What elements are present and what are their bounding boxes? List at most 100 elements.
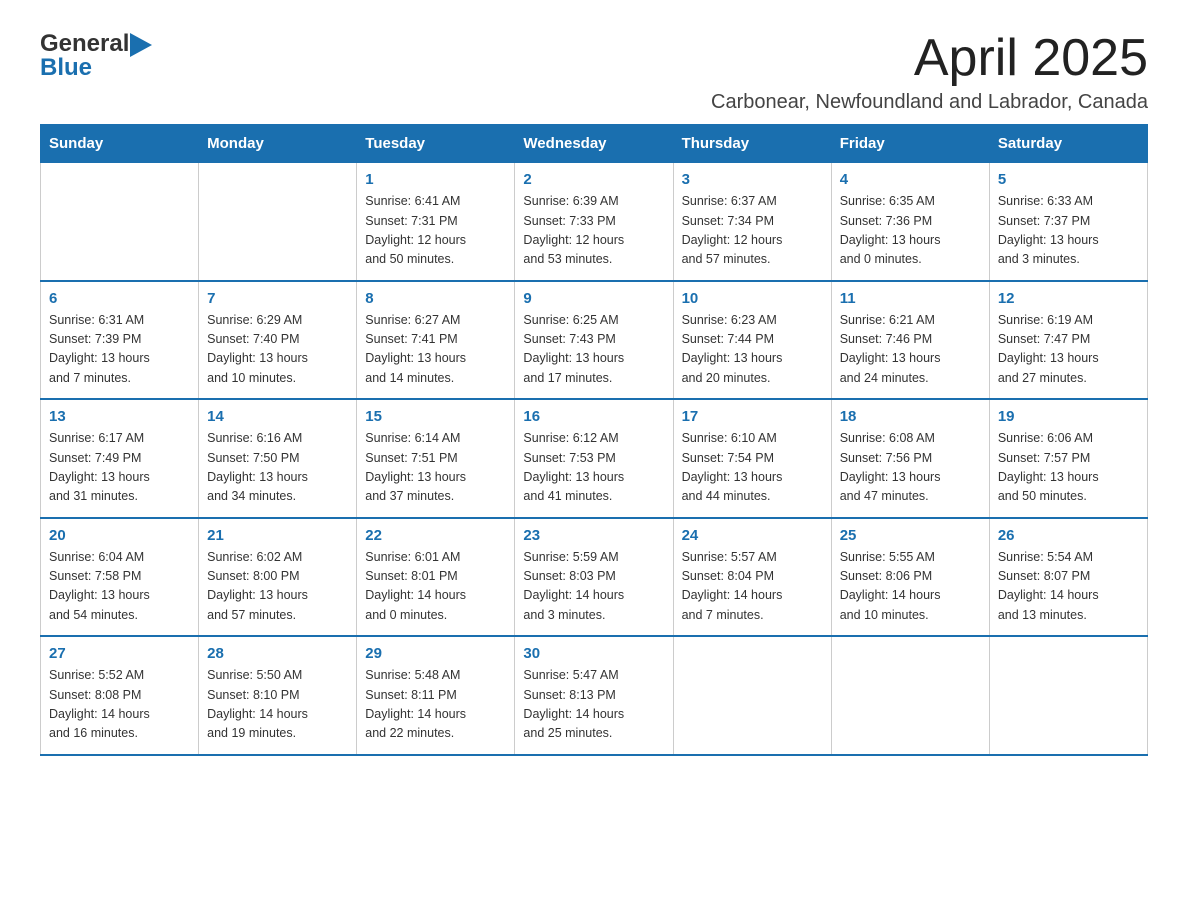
calendar: Sunday Monday Tuesday Wednesday Thursday…: [40, 124, 1148, 756]
table-row: 14 Sunrise: 6:16 AM Sunset: 7:50 PM Dayli…: [199, 399, 357, 518]
day-detail: Sunrise: 5:54 AM Sunset: 8:07 PM Dayligh…: [998, 548, 1139, 626]
table-row: [41, 163, 199, 281]
table-row: 24 Sunrise: 5:57 AM Sunset: 8:04 PM Dayli…: [673, 518, 831, 637]
day-number: 3: [682, 171, 823, 188]
table-row: 15 Sunrise: 6:14 AM Sunset: 7:51 PM Dayli…: [357, 399, 515, 518]
location-title: Carbonear, Newfoundland and Labrador, Ca…: [711, 91, 1148, 114]
table-row: 13 Sunrise: 6:17 AM Sunset: 7:49 PM Dayli…: [41, 399, 199, 518]
day-number: 14: [207, 408, 348, 425]
calendar-header-row: Sunday Monday Tuesday Wednesday Thursday…: [41, 125, 1148, 163]
col-thursday: Thursday: [673, 125, 831, 163]
day-number: 1: [365, 171, 506, 188]
table-row: 22 Sunrise: 6:01 AM Sunset: 8:01 PM Dayli…: [357, 518, 515, 637]
day-number: 22: [365, 527, 506, 544]
table-row: 23 Sunrise: 5:59 AM Sunset: 8:03 PM Dayli…: [515, 518, 673, 637]
day-number: 7: [207, 290, 348, 307]
title-area: April 2025 Carbonear, Newfoundland and L…: [711, 30, 1148, 114]
table-row: [831, 636, 989, 755]
table-row: 25 Sunrise: 5:55 AM Sunset: 8:06 PM Dayli…: [831, 518, 989, 637]
day-detail: Sunrise: 6:29 AM Sunset: 7:40 PM Dayligh…: [207, 311, 348, 389]
col-tuesday: Tuesday: [357, 125, 515, 163]
table-row: 27 Sunrise: 5:52 AM Sunset: 8:08 PM Dayli…: [41, 636, 199, 755]
table-row: 19 Sunrise: 6:06 AM Sunset: 7:57 PM Dayli…: [989, 399, 1147, 518]
calendar-week-row: 6 Sunrise: 6:31 AM Sunset: 7:39 PM Daylig…: [41, 281, 1148, 400]
table-row: 16Sunrise: 6:12 AM Sunset: 7:53 PM Dayli…: [515, 399, 673, 518]
day-detail: Sunrise: 5:59 AM Sunset: 8:03 PM Dayligh…: [523, 548, 664, 626]
day-detail: Sunrise: 6:16 AM Sunset: 7:50 PM Dayligh…: [207, 429, 348, 507]
day-number: 6: [49, 290, 190, 307]
day-detail: Sunrise: 5:57 AM Sunset: 8:04 PM Dayligh…: [682, 548, 823, 626]
col-wednesday: Wednesday: [515, 125, 673, 163]
day-number: 24: [682, 527, 823, 544]
table-row: 26 Sunrise: 5:54 AM Sunset: 8:07 PM Dayli…: [989, 518, 1147, 637]
day-detail: Sunrise: 6:12 AM Sunset: 7:53 PM Dayligh…: [523, 429, 664, 507]
table-row: 8 Sunrise: 6:27 AM Sunset: 7:41 PM Daylig…: [357, 281, 515, 400]
month-title: April 2025: [711, 30, 1148, 87]
calendar-week-row: 13 Sunrise: 6:17 AM Sunset: 7:49 PM Dayli…: [41, 399, 1148, 518]
day-detail: Sunrise: 6:14 AM Sunset: 7:51 PM Dayligh…: [365, 429, 506, 507]
day-detail: Sunrise: 6:35 AM Sunset: 7:36 PM Dayligh…: [840, 192, 981, 270]
day-detail: Sunrise: 6:19 AM Sunset: 7:47 PM Dayligh…: [998, 311, 1139, 389]
logo-triangle-icon: [130, 33, 152, 57]
day-detail: Sunrise: 6:25 AM Sunset: 7:43 PM Dayligh…: [523, 311, 664, 389]
day-number: 9: [523, 290, 664, 307]
col-friday: Friday: [831, 125, 989, 163]
table-row: [199, 163, 357, 281]
day-detail: Sunrise: 6:33 AM Sunset: 7:37 PM Dayligh…: [998, 192, 1139, 270]
day-number: 30: [523, 645, 664, 662]
day-detail: Sunrise: 6:27 AM Sunset: 7:41 PM Dayligh…: [365, 311, 506, 389]
table-row: 7 Sunrise: 6:29 AM Sunset: 7:40 PM Daylig…: [199, 281, 357, 400]
day-number: 13: [49, 408, 190, 425]
day-number: 8: [365, 290, 506, 307]
day-detail: Sunrise: 5:47 AM Sunset: 8:13 PM Dayligh…: [523, 666, 664, 744]
logo-blue-text: Blue: [40, 54, 92, 81]
table-row: 21Sunrise: 6:02 AM Sunset: 8:00 PM Dayli…: [199, 518, 357, 637]
day-number: 15: [365, 408, 506, 425]
table-row: 12 Sunrise: 6:19 AM Sunset: 7:47 PM Dayli…: [989, 281, 1147, 400]
logo: General Blue: [40, 30, 152, 82]
table-row: 18 Sunrise: 6:08 AM Sunset: 7:56 PM Dayli…: [831, 399, 989, 518]
table-row: 1Sunrise: 6:41 AM Sunset: 7:31 PM Daylig…: [357, 163, 515, 281]
table-row: 10Sunrise: 6:23 AM Sunset: 7:44 PM Dayli…: [673, 281, 831, 400]
day-number: 20: [49, 527, 190, 544]
day-number: 17: [682, 408, 823, 425]
calendar-week-row: 27 Sunrise: 5:52 AM Sunset: 8:08 PM Dayli…: [41, 636, 1148, 755]
table-row: 17 Sunrise: 6:10 AM Sunset: 7:54 PM Dayli…: [673, 399, 831, 518]
day-number: 11: [840, 290, 981, 307]
day-number: 27: [49, 645, 190, 662]
day-detail: Sunrise: 6:08 AM Sunset: 7:56 PM Dayligh…: [840, 429, 981, 507]
day-detail: Sunrise: 6:23 AM Sunset: 7:44 PM Dayligh…: [682, 311, 823, 389]
table-row: 29 Sunrise: 5:48 AM Sunset: 8:11 PM Dayli…: [357, 636, 515, 755]
day-number: 26: [998, 527, 1139, 544]
day-detail: Sunrise: 6:06 AM Sunset: 7:57 PM Dayligh…: [998, 429, 1139, 507]
day-number: 12: [998, 290, 1139, 307]
day-detail: Sunrise: 6:17 AM Sunset: 7:49 PM Dayligh…: [49, 429, 190, 507]
table-row: 28Sunrise: 5:50 AM Sunset: 8:10 PM Dayli…: [199, 636, 357, 755]
day-detail: Sunrise: 5:48 AM Sunset: 8:11 PM Dayligh…: [365, 666, 506, 744]
day-detail: Sunrise: 6:37 AM Sunset: 7:34 PM Dayligh…: [682, 192, 823, 270]
table-row: 3 Sunrise: 6:37 AM Sunset: 7:34 PM Daylig…: [673, 163, 831, 281]
day-detail: Sunrise: 6:31 AM Sunset: 7:39 PM Dayligh…: [49, 311, 190, 389]
table-row: 5Sunrise: 6:33 AM Sunset: 7:37 PM Daylig…: [989, 163, 1147, 281]
day-number: 25: [840, 527, 981, 544]
day-detail: Sunrise: 6:10 AM Sunset: 7:54 PM Dayligh…: [682, 429, 823, 507]
day-detail: Sunrise: 5:55 AM Sunset: 8:06 PM Dayligh…: [840, 548, 981, 626]
table-row: 2Sunrise: 6:39 AM Sunset: 7:33 PM Daylig…: [515, 163, 673, 281]
calendar-week-row: 20Sunrise: 6:04 AM Sunset: 7:58 PM Dayli…: [41, 518, 1148, 637]
day-number: 21: [207, 527, 348, 544]
table-row: 4 Sunrise: 6:35 AM Sunset: 7:36 PM Daylig…: [831, 163, 989, 281]
day-number: 23: [523, 527, 664, 544]
day-number: 2: [523, 171, 664, 188]
table-row: [989, 636, 1147, 755]
table-row: 6 Sunrise: 6:31 AM Sunset: 7:39 PM Daylig…: [41, 281, 199, 400]
day-detail: Sunrise: 6:01 AM Sunset: 8:01 PM Dayligh…: [365, 548, 506, 626]
day-number: 18: [840, 408, 981, 425]
day-number: 19: [998, 408, 1139, 425]
table-row: [673, 636, 831, 755]
day-number: 4: [840, 171, 981, 188]
col-saturday: Saturday: [989, 125, 1147, 163]
day-number: 29: [365, 645, 506, 662]
table-row: 11 Sunrise: 6:21 AM Sunset: 7:46 PM Dayli…: [831, 281, 989, 400]
day-detail: Sunrise: 5:52 AM Sunset: 8:08 PM Dayligh…: [49, 666, 190, 744]
day-detail: Sunrise: 6:21 AM Sunset: 7:46 PM Dayligh…: [840, 311, 981, 389]
